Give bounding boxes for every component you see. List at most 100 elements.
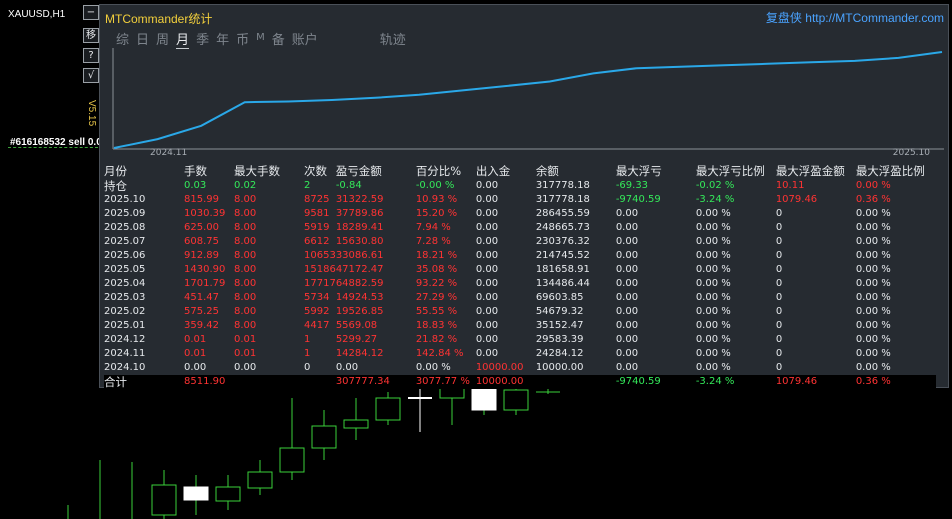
cell-count: 15186 — [304, 264, 336, 275]
candle — [343, 419, 369, 429]
tab-overview[interactable]: 综 — [116, 29, 129, 49]
cell-pnl: 37789.86 — [335, 208, 384, 219]
tab-week[interactable]: 周 — [156, 29, 169, 49]
cell-count: 5992 — [304, 306, 330, 317]
table-row[interactable]: 2025.03 451.47 8.00 5734 14924.53 27.29 % 0.00… — [104, 291, 936, 305]
cell-pnl: 31322.59 — [335, 194, 384, 205]
cell-max-float-profit-pct: 0.00 % — [855, 320, 891, 331]
col-max-lots[interactable]: 最大手数 — [234, 164, 304, 179]
tab-trajectory[interactable]: 轨迹 — [380, 29, 406, 49]
cell-max-drawdown: 0.00 — [615, 348, 639, 359]
tab-magic[interactable]: M — [256, 32, 265, 49]
tab-account[interactable]: 账户 — [292, 29, 318, 49]
table-row[interactable]: 2024.10 0.00 0.00 0 0.00 0.00 % 10000.00 10000.… — [104, 361, 936, 375]
cell-balance: 248665.73 — [535, 222, 590, 233]
cell-month: 2025.02 — [104, 306, 146, 317]
cell-pnl: 307777.34 — [335, 376, 390, 387]
cell-balance: 317778.18 — [535, 194, 590, 205]
cell-month: 持仓 — [104, 179, 127, 193]
x-axis-start-label: 2024.11 — [150, 148, 188, 158]
cell-max-lots: 8.00 — [234, 320, 257, 331]
cell-percent: 142.84 % — [415, 348, 464, 359]
tab-quarter[interactable]: 季 — [196, 29, 209, 49]
cell-count: 10653 — [304, 250, 336, 261]
cell-lots: 0.01 — [184, 334, 207, 345]
cell-count: 4417 — [304, 320, 330, 331]
col-count[interactable]: 次数 — [304, 164, 336, 179]
table-header-row: 月份 手数 最大手数 次数 盈亏金额 百分比% 出入金 余额 最大浮亏 最大浮亏… — [104, 164, 936, 179]
table-row[interactable]: 2025.08 625.00 8.00 5919 18289.41 7.94 % 0.00 2… — [104, 221, 936, 235]
cell-max-float-profit-pct: 0.00 % — [855, 236, 891, 247]
cell-percent: 15.20 % — [415, 208, 458, 219]
cell-percent: 93.22 % — [415, 278, 458, 289]
col-max-float-profit[interactable]: 最大浮盈金额 — [776, 164, 856, 179]
cell-pnl: 5569.08 — [335, 320, 378, 331]
table-row[interactable]: 2025.09 1030.39 8.00 9581 37789.86 15.20 % 0.0… — [104, 207, 936, 221]
cell-balance: 181658.91 — [535, 264, 590, 275]
table-row[interactable]: 2025.02 575.25 8.00 5992 19526.85 55.55 % 0.00… — [104, 305, 936, 319]
cell-percent: 10.93 % — [415, 194, 458, 205]
table-row[interactable]: 2025.01 359.42 8.00 4417 5569.08 18.83 % 0.00 3… — [104, 319, 936, 333]
candle — [311, 425, 337, 449]
cell-max-drawdown: 0.00 — [615, 208, 639, 219]
tab-note[interactable]: 备 — [272, 29, 285, 49]
table-row[interactable]: 持仓 0.03 0.02 2 -0.84 -0.00 % 0.00 317778.18 -69.… — [104, 179, 936, 193]
cell-percent: 7.94 % — [415, 222, 451, 233]
cell-flow: 0.00 — [475, 334, 499, 345]
tab-year[interactable]: 年 — [216, 29, 229, 49]
cell-flow: 0.00 — [475, 292, 499, 303]
table-row[interactable]: 2024.12 0.01 0.01 1 5299.27 21.82 % 0.00 29583.… — [104, 333, 936, 347]
col-max-drawdown-pct[interactable]: 最大浮亏比例 — [696, 164, 776, 179]
col-month[interactable]: 月份 — [104, 164, 184, 179]
cell-month: 2025.01 — [104, 320, 146, 331]
col-max-drawdown[interactable]: 最大浮亏 — [616, 164, 696, 179]
cell-month: 2025.09 — [104, 208, 146, 219]
cell-lots: 0.00 — [184, 362, 207, 373]
cell-pnl: 33086.61 — [335, 250, 384, 261]
cell-max-drawdown-pct: -3.24 % — [695, 194, 735, 205]
brand-name: 复盘侠 — [765, 11, 802, 25]
cell-balance: 317778.18 — [535, 180, 590, 191]
col-max-float-profit-pct[interactable]: 最大浮盈比例 — [856, 164, 936, 179]
table-row[interactable]: 2025.04 1701.79 8.00 17717 64882.59 93.22 % 0.… — [104, 277, 936, 291]
tab-month[interactable]: 月 — [176, 29, 190, 49]
brand[interactable]: 复盘侠 http://MTCommander.com — [766, 9, 944, 26]
col-flow[interactable]: 出入金 — [476, 164, 536, 179]
cell-max-lots: 0.01 — [234, 334, 257, 345]
cell-lots: 912.89 — [184, 250, 219, 261]
cell-flow: 0.00 — [475, 348, 499, 359]
cell-max-drawdown-pct: 0.00 % — [695, 222, 731, 233]
tab-day[interactable]: 日 — [136, 29, 149, 49]
table-row[interactable]: 2024.11 0.01 0.01 1 14284.12 142.84 % 0.00 2428… — [104, 347, 936, 361]
cell-max-lots: 0.00 — [234, 362, 257, 373]
col-balance[interactable]: 余额 — [536, 164, 616, 179]
brand-url[interactable]: http://MTCommander.com — [805, 11, 944, 25]
col-lots[interactable]: 手数 — [184, 164, 234, 179]
cell-pnl: 64882.59 — [335, 278, 384, 289]
cell-max-float-profit: 0 — [775, 278, 783, 289]
cell-month: 2025.07 — [104, 236, 146, 247]
cell-max-drawdown: 0.00 — [615, 222, 639, 233]
cell-max-lots — [234, 375, 304, 389]
cell-month: 2025.03 — [104, 292, 146, 303]
cell-count: 1 — [304, 348, 311, 359]
col-percent[interactable]: 百分比% — [416, 164, 476, 179]
table-row[interactable]: 2025.07 608.75 8.00 6612 15630.80 7.28 % 0.00 2… — [104, 235, 936, 249]
cell-max-float-profit-pct: 0.00 % — [855, 180, 891, 191]
cell-max-drawdown-pct: 0.00 % — [695, 250, 731, 261]
table-row[interactable]: 2025.05 1430.90 8.00 15186 47172.47 35.08 % 0.… — [104, 263, 936, 277]
cell-month: 合计 — [104, 375, 127, 389]
col-pnl[interactable]: 盈亏金额 — [336, 164, 416, 179]
cell-lots: 0.01 — [184, 348, 207, 359]
table-row[interactable]: 2025.10 815.99 8.00 8725 31322.59 10.93 % 0.00… — [104, 193, 936, 207]
cell-percent: -0.00 % — [415, 180, 455, 191]
x-axis-end-label: 2025.10 — [892, 148, 930, 158]
cell-pnl: 19526.85 — [335, 306, 384, 317]
table-row[interactable]: 2025.06 912.89 8.00 10653 33086.61 18.21 % 0.0… — [104, 249, 936, 263]
cell-month: 2024.10 — [104, 362, 146, 373]
cell-flow: 0.00 — [475, 194, 499, 205]
cell-month: 2025.10 — [104, 194, 146, 205]
cell-pnl: 14924.53 — [335, 292, 384, 303]
tab-currency[interactable]: 币 — [236, 29, 249, 49]
cell-max-drawdown: 0.00 — [615, 334, 639, 345]
